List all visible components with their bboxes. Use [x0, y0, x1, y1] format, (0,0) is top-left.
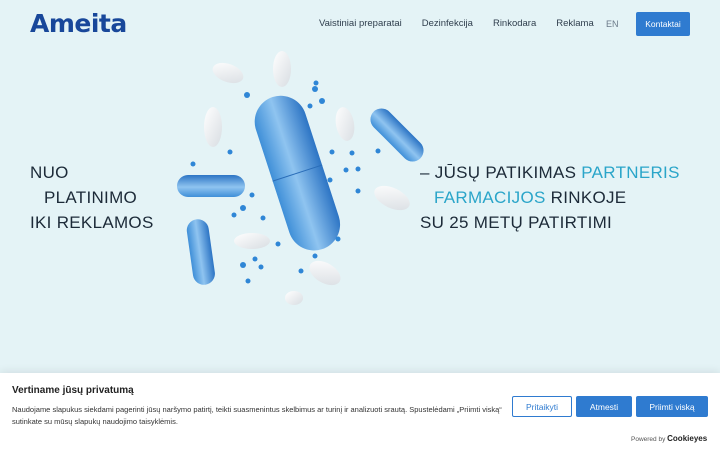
nav-item-dezinfekcija[interactable]: Dezinfekcija [422, 18, 473, 29]
logo[interactable]: Ameita [30, 9, 127, 38]
hero-right-line-1: – JŪSŲ PATIKIMAS PARTNERIS [420, 160, 680, 185]
main-nav: Vaistiniai preparatai Dezinfekcija Rinko… [319, 18, 594, 29]
cookie-title: Vertiname jūsų privatumą [12, 385, 134, 396]
site-header: Ameita Vaistiniai preparatai Dezinfekcij… [0, 0, 720, 50]
hero-left-line-1: NUO [30, 163, 69, 182]
hero-left-text: NUO PLATINIMO IKI REKLAMOS [30, 160, 154, 235]
pills-illustration [177, 51, 424, 305]
language-switch[interactable]: EN [606, 19, 619, 29]
nav-item-reklama[interactable]: Reklama [556, 18, 594, 29]
cookie-reject-button[interactable]: Atmesti [576, 396, 632, 417]
hero-right-line-2-plain: RINKOJE [545, 188, 627, 207]
powered-by[interactable]: Powered by Cookieyes [631, 434, 707, 443]
hero-right-line-3: SU 25 METŲ PATIRTIMI [420, 213, 613, 232]
hero-right-text: – JŪSŲ PATIKIMAS PARTNERIS FARMACIJOS RI… [420, 160, 680, 235]
hero-left-line-3: IKI REKLAMOS [30, 213, 154, 232]
contact-button[interactable]: Kontaktai [636, 12, 690, 36]
nav-item-vaistiniai[interactable]: Vaistiniai preparatai [319, 18, 402, 29]
hero-right-line-2-accent: FARMACIJOS [434, 188, 546, 207]
powered-by-brand: Cookieyes [667, 434, 708, 443]
hero-right-line-2: FARMACIJOS RINKOJE [420, 185, 680, 210]
cookie-customize-button[interactable]: Pritaikyti [512, 396, 572, 417]
hero-right-line-1-plain: – JŪSŲ PATIKIMAS [420, 163, 582, 182]
cookie-text: Naudojame slapukus siekdami pagerinti jū… [12, 405, 502, 426]
nav-item-rinkodara[interactable]: Rinkodara [493, 18, 536, 29]
cookie-accept-button[interactable]: Priimti viską [636, 396, 708, 417]
hero-right-line-1-accent: PARTNERIS [581, 163, 680, 182]
cookie-banner: Vertiname jūsų privatumą Naudojame slapu… [0, 373, 720, 450]
powered-by-prefix: Powered by [631, 436, 666, 443]
hero-left-line-2: PLATINIMO [44, 188, 138, 207]
